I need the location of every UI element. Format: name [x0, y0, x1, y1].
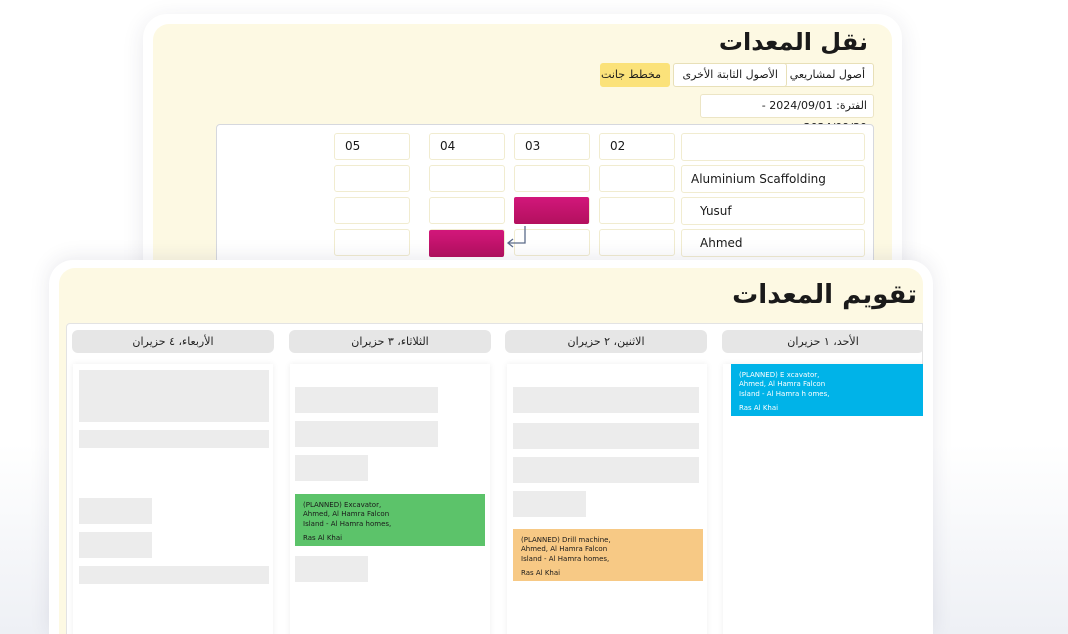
gantt-corner-cell — [681, 133, 865, 161]
period-label: الفترة: — [836, 99, 867, 112]
placeholder-block — [513, 423, 699, 449]
gantt-row-label[interactable]: Ahmed — [681, 229, 865, 257]
gantt-row-label[interactable]: Yusuf — [681, 197, 865, 225]
event-line: Ras Al Khai — [303, 534, 343, 543]
tab-gantt-chart[interactable]: مخطط جانت — [600, 63, 670, 87]
event-card-excavator[interactable]: (PLANNED) Excavator, Ahmed, Al Hamra Fal… — [295, 494, 485, 546]
placeholder-block — [513, 387, 699, 413]
equipment-calendar-panel: تقويم المعدات الأربعاء، ٤ حزيران الثلاثا… — [59, 268, 923, 634]
day-header-tuesday: الثلاثاء، ٣ حزيران — [289, 330, 491, 353]
page-title: نقل المعدات — [718, 28, 868, 56]
calendar-grid: الأربعاء، ٤ حزيران الثلاثاء، ٣ حزيران ال… — [66, 323, 923, 634]
placeholder-block — [295, 455, 368, 481]
placeholder-block — [79, 532, 152, 558]
gantt-bar-yusuf[interactable] — [514, 197, 589, 224]
day-header-sunday: الأحد، ١ حزيران — [722, 330, 923, 353]
gantt-day-header: 04 — [429, 133, 505, 160]
event-line: Island - Al Hamra homes, — [521, 554, 610, 563]
gantt-cell[interactable] — [599, 197, 675, 224]
gantt-cell[interactable] — [514, 165, 590, 192]
placeholder-block — [79, 566, 269, 584]
gantt-cell[interactable] — [334, 197, 410, 224]
dependency-arrow-icon — [506, 226, 526, 248]
placeholder-block — [79, 370, 269, 422]
event-line: Ras Al Khai — [739, 404, 779, 413]
event-line: Ahmed, Al Hamra Falcon — [521, 545, 608, 554]
calendar-title: تقويم المعدات — [732, 280, 917, 310]
event-line: Island - Al Hamra h omes, — [739, 389, 830, 398]
day-column-tuesday[interactable]: (PLANNED) Excavator, Ahmed, Al Hamra Fal… — [290, 364, 490, 634]
day-column-wednesday[interactable] — [73, 364, 273, 634]
equipment-transfer-panel: نقل المعدات أصول لمشاريعي الأصول الثابتة… — [153, 24, 892, 284]
event-line: Island - Al Hamra homes, — [303, 519, 392, 528]
event-line: Ras Al Khai — [521, 569, 561, 578]
placeholder-block — [295, 387, 438, 413]
gantt-cell[interactable] — [599, 229, 675, 256]
period-field[interactable]: الفترة: 2024/09/01 - 2024/09/30 — [700, 94, 874, 134]
gantt-cell[interactable] — [334, 229, 410, 256]
gantt-cell[interactable] — [599, 165, 675, 192]
placeholder-block — [79, 430, 269, 448]
event-line: Ahmed, Al Hamra Falcon — [739, 380, 826, 389]
gantt-bar-ahmed[interactable] — [429, 230, 504, 257]
tab-my-project-assets[interactable]: أصول لمشاريعي — [780, 63, 874, 87]
event-line: Ahmed, Al Hamra Falcon — [303, 510, 390, 519]
gantt-day-header: 03 — [514, 133, 590, 160]
gantt-day-header: 05 — [334, 133, 410, 160]
event-line: (PLANNED) Drill machine, — [521, 536, 611, 544]
event-line: (PLANNED) Excavator, — [303, 501, 382, 509]
gantt-cell[interactable] — [429, 165, 505, 192]
event-line: (PLANNED) E xcavator, — [739, 371, 820, 379]
event-card-excavator[interactable]: (PLANNED) E xcavator, Ahmed, Al Hamra Fa… — [731, 364, 923, 416]
gantt-row-label[interactable]: Aluminium Scaffolding — [681, 165, 865, 193]
day-header-wednesday: الأربعاء، ٤ حزيران — [72, 330, 274, 353]
placeholder-block — [295, 556, 368, 582]
day-header-monday: الاثنين، ٢ حزيران — [505, 330, 707, 353]
placeholder-block — [513, 457, 699, 483]
day-column-sunday[interactable]: (PLANNED) E xcavator, Ahmed, Al Hamra Fa… — [723, 364, 923, 634]
placeholder-block — [295, 421, 438, 447]
event-card-drill-machine[interactable]: (PLANNED) Drill machine, Ahmed, Al Hamra… — [513, 529, 703, 581]
placeholder-block — [79, 498, 152, 524]
gantt-cell[interactable] — [429, 197, 505, 224]
day-column-monday[interactable]: (PLANNED) Drill machine, Ahmed, Al Hamra… — [507, 364, 707, 634]
gantt-cell[interactable] — [334, 165, 410, 192]
gantt-day-header: 02 — [599, 133, 675, 160]
tab-other-fixed-assets[interactable]: الأصول الثابتة الأخرى — [673, 63, 787, 87]
placeholder-block — [513, 491, 586, 517]
